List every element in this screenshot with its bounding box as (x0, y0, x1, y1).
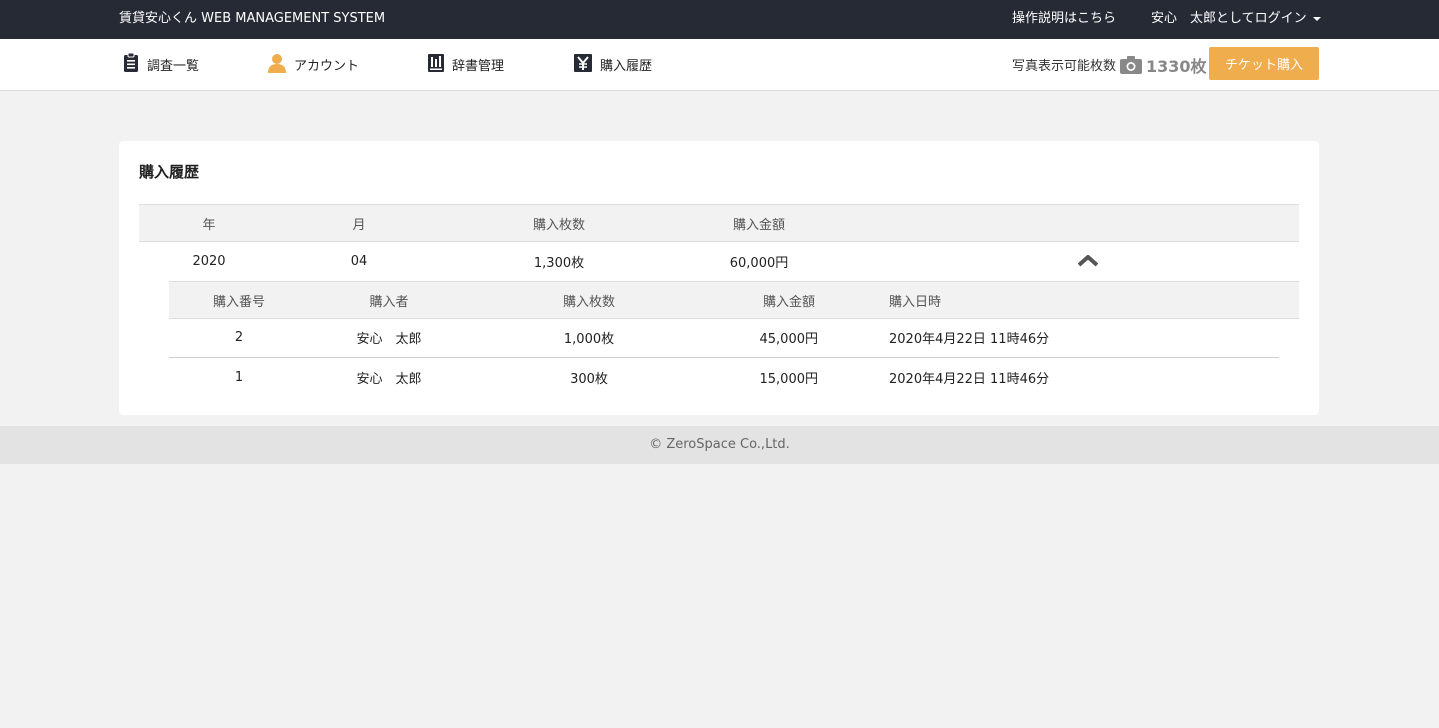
photo-count: 写真表示可能枚数 1330枚 (1012, 39, 1207, 90)
summary-year: 2020 (192, 253, 226, 269)
summary-count: 1,300枚 (533, 255, 585, 271)
user-icon (268, 53, 286, 77)
header-count: 購入枚数 (532, 217, 586, 233)
purchase-date: 2020年4月22日 11時46分 (889, 332, 1050, 347)
header-buyer: 購入者 (369, 294, 409, 310)
purchase-no: 2 (234, 330, 244, 345)
purchase-no: 1 (234, 370, 244, 385)
caret-down-icon (1312, 16, 1321, 21)
summary-header-row: 年 月 購入枚数 購入金額 (139, 204, 1299, 242)
nav-item-dictionary[interactable]: 辞書管理 (428, 39, 504, 90)
app-title: 賃貸安心くん WEB MANAGEMENT SYSTEM (119, 11, 386, 26)
summary-row[interactable]: 2020 04 1,300枚 60,000円 (139, 241, 1299, 281)
yen-icon (574, 53, 592, 76)
table-row: 2 安心 太郎 1,000枚 45,000円 2020年4月22日 11時46分 (169, 318, 1279, 358)
main-nav: 調査一覧 アカウント 辞書管理 購入履歴 写真表示可能枚数 1330枚 チケット… (0, 39, 1439, 91)
header-amount: 購入金額 (732, 217, 786, 233)
purchase-history-panel: 購入履歴 年 月 購入枚数 購入金額 2020 04 1,300枚 60,000… (119, 141, 1319, 415)
book-icon (428, 53, 444, 76)
buy-ticket-button[interactable]: チケット購入 (1209, 47, 1319, 80)
header-year: 年 (202, 217, 216, 233)
nav-label: 辞書管理 (452, 59, 505, 74)
header-sub-count: 購入枚数 (562, 294, 616, 310)
header-month: 月 (352, 217, 366, 233)
nav-label: 購入履歴 (600, 59, 653, 74)
nav-item-survey-list[interactable]: 調査一覧 (123, 39, 199, 90)
nav-item-purchase-history[interactable]: 購入履歴 (574, 39, 652, 90)
buyer: 安心 太郎 (356, 372, 422, 387)
top-bar: 賃貸安心くん WEB MANAGEMENT SYSTEM 操作説明はこちら 安心… (0, 0, 1439, 39)
photo-count-value: 1330枚 (1146, 56, 1207, 76)
panel-title: 購入履歴 (139, 163, 200, 181)
collapse-chevron-icon[interactable] (1077, 254, 1099, 271)
table-row: 1 安心 太郎 300枚 15,000円 2020年4月22日 11時46分 (169, 358, 1279, 397)
summary-amount: 60,000円 (729, 255, 789, 271)
header-sub-amount: 購入金額 (762, 294, 816, 310)
clipboard-icon (123, 52, 139, 76)
summary-month: 04 (350, 253, 368, 269)
camera-icon (1120, 55, 1143, 74)
buyer: 安心 太郎 (356, 332, 422, 347)
amount: 45,000円 (759, 332, 819, 347)
nav-label: 調査一覧 (147, 59, 200, 74)
photo-count-label: 写真表示可能枚数 (1012, 59, 1117, 74)
amount: 15,000円 (759, 372, 819, 387)
help-link[interactable]: 操作説明はこちら (1012, 0, 1116, 37)
nav-label: アカウント (294, 59, 360, 74)
header-purchase-no: 購入番号 (212, 294, 266, 310)
nav-item-account[interactable]: アカウント (268, 39, 359, 90)
count: 300枚 (570, 372, 608, 387)
purchase-date: 2020年4月22日 11時46分 (889, 372, 1050, 387)
user-menu-label: 安心 太郎としてログイン (1151, 11, 1307, 26)
user-menu[interactable]: 安心 太郎としてログイン (1151, 0, 1321, 37)
detail-header-row: 購入番号 購入者 購入枚数 購入金額 購入日時 (169, 281, 1299, 319)
count: 1,000枚 (563, 332, 615, 347)
footer: © ZeroSpace Co.,Ltd. (0, 426, 1439, 464)
header-date: 購入日時 (889, 294, 942, 310)
